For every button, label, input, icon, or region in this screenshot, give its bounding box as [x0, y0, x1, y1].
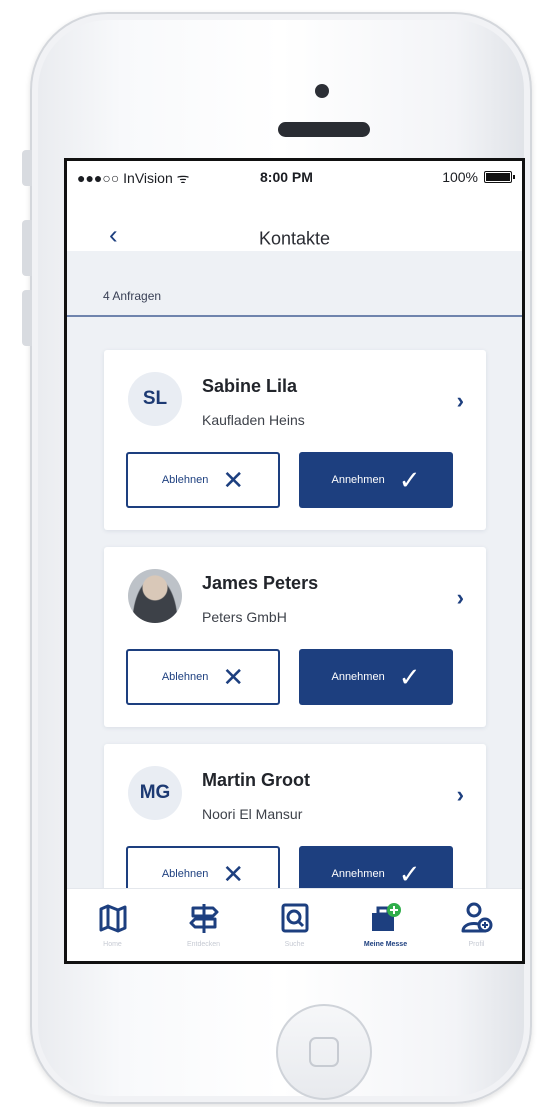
volume-down-button [22, 290, 32, 346]
contact-name: Martin Groot [202, 770, 310, 790]
chevron-right-icon[interactable]: › [457, 388, 464, 414]
tab-meine-messe[interactable]: Meine Messe [340, 889, 431, 961]
status-time: 8:00 PM [260, 169, 313, 185]
contact-name: Sabine Lila [202, 376, 298, 396]
accept-button[interactable]: Annehmen ✓ [299, 452, 453, 508]
accept-label: Annehmen [331, 671, 385, 683]
chevron-right-icon[interactable]: › [457, 585, 464, 611]
contact-card[interactable]: MG Martin Groot Noori El Mansur › Ablehn… [104, 744, 486, 889]
tab-label: Profil [468, 941, 485, 948]
avatar-initials: SL [128, 372, 182, 426]
contact-request-list[interactable]: SL Sabine Lila Kaufladen Heins › Ablehne… [67, 317, 522, 889]
carrier-label: ●●●○○ InVision ᯤ [77, 170, 190, 186]
status-bar: ●●●○○ InVision ᯤ 8:00 PM 100% [67, 161, 522, 189]
avatar-photo [128, 569, 182, 623]
contact-company: Kaufladen Heins [202, 412, 305, 428]
contact-card[interactable]: SL Sabine Lila Kaufladen Heins › Ablehne… [104, 350, 486, 530]
accept-button[interactable]: Annehmen ✓ [299, 649, 453, 705]
tab-label: Suche [284, 941, 305, 948]
check-icon: ✓ [398, 662, 421, 692]
profile-icon [461, 902, 492, 933]
tab-home[interactable]: Home [67, 889, 158, 961]
battery-percent: 100% [442, 169, 478, 185]
tab-profil[interactable]: Profil [431, 889, 522, 961]
contact-name: James Peters [202, 573, 319, 593]
home-square-icon [309, 1037, 339, 1067]
tab-entdecken[interactable]: Entdecken [158, 889, 249, 961]
reject-button[interactable]: Ablehnen ✕ [126, 649, 280, 705]
reject-label: Ablehnen [161, 868, 209, 880]
contact-company: Noori El Mansur [202, 806, 303, 822]
contact-company: Peters GmbH [202, 609, 287, 625]
tab-label: Entdecken [186, 941, 221, 948]
check-icon: ✓ [398, 465, 421, 495]
reject-label: Ablehnen [161, 671, 209, 683]
tab-suche[interactable]: Suche [249, 889, 340, 961]
accept-label: Annehmen [331, 474, 385, 486]
map-icon [99, 904, 126, 933]
battery-icon [484, 171, 515, 183]
accept-label: Annehmen [331, 868, 385, 880]
battery-indicator: 100% [442, 169, 515, 185]
tab-label: Meine Messe [363, 941, 408, 948]
camera-icon [315, 84, 329, 98]
home-button[interactable] [276, 1004, 372, 1100]
reject-label: Ablehnen [161, 474, 209, 486]
signpost-icon [189, 904, 218, 933]
close-icon: ✕ [222, 859, 245, 889]
speaker-grille [278, 122, 370, 137]
page-title: Kontakte [258, 228, 331, 249]
briefcase-plus-icon [371, 903, 401, 931]
close-icon: ✕ [222, 662, 245, 692]
contact-card[interactable]: James Peters Peters GmbH › Ablehnen ✕ An… [104, 547, 486, 727]
avatar-initials: MG [128, 766, 182, 820]
accept-button[interactable]: Annehmen ✓ [299, 846, 453, 889]
check-icon: ✓ [398, 859, 421, 889]
close-icon: ✕ [222, 465, 245, 495]
chevron-right-icon[interactable]: › [457, 782, 464, 808]
volume-up-button [22, 220, 32, 276]
requests-header: 4 Anfragen [67, 251, 522, 317]
reject-button[interactable]: Ablehnen ✕ [126, 452, 280, 508]
tab-bar: Home Entdecken Suche Meine Messe Profil [67, 888, 522, 961]
nav-bar: ‹ Kontakte [67, 189, 522, 251]
reject-button[interactable]: Ablehnen ✕ [126, 846, 280, 889]
mute-switch [22, 150, 32, 186]
requests-count: 4 Anfragen [103, 289, 162, 303]
app-screen: ●●●○○ InVision ᯤ 8:00 PM 100% ‹ Kontakte… [64, 158, 525, 964]
search-book-icon [281, 903, 308, 933]
tab-label: Home [103, 941, 122, 948]
